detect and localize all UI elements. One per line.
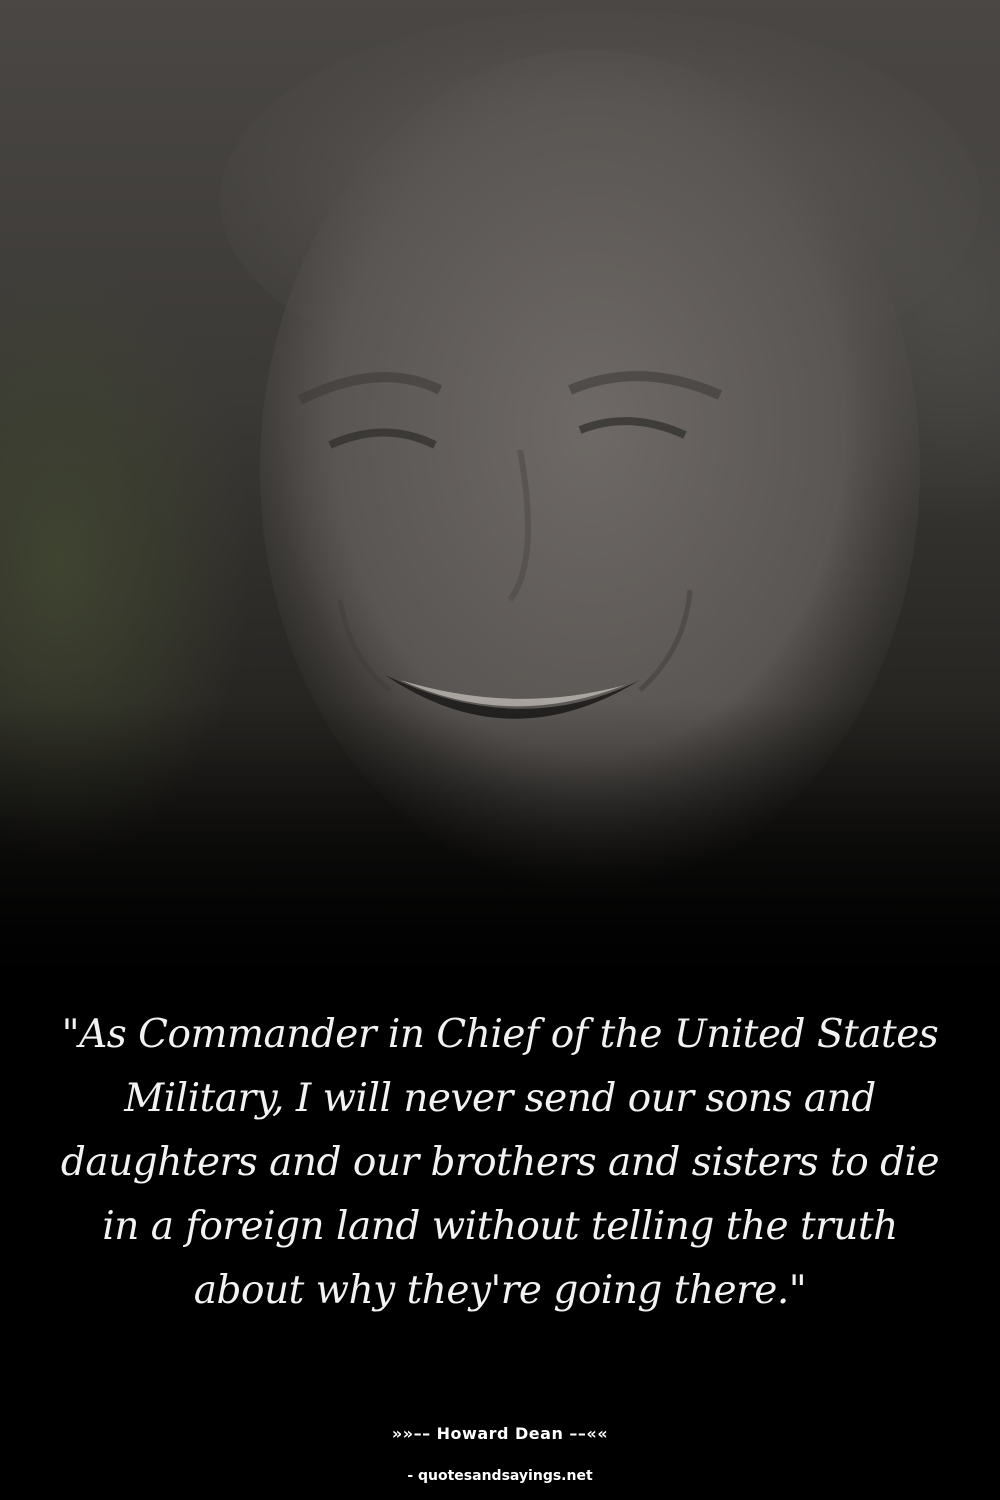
quote-author: »»–– Howard Dean ––«« [391,1424,609,1443]
portrait-photo [220,10,980,890]
background-photo [0,0,1000,1000]
source-watermark: - quotesandsayings.net [407,1468,593,1484]
quote-text: "As Commander in Chief of the United Sta… [60,1012,940,1313]
quote-poster: "As Commander in Chief of the United Sta… [0,0,1000,1500]
